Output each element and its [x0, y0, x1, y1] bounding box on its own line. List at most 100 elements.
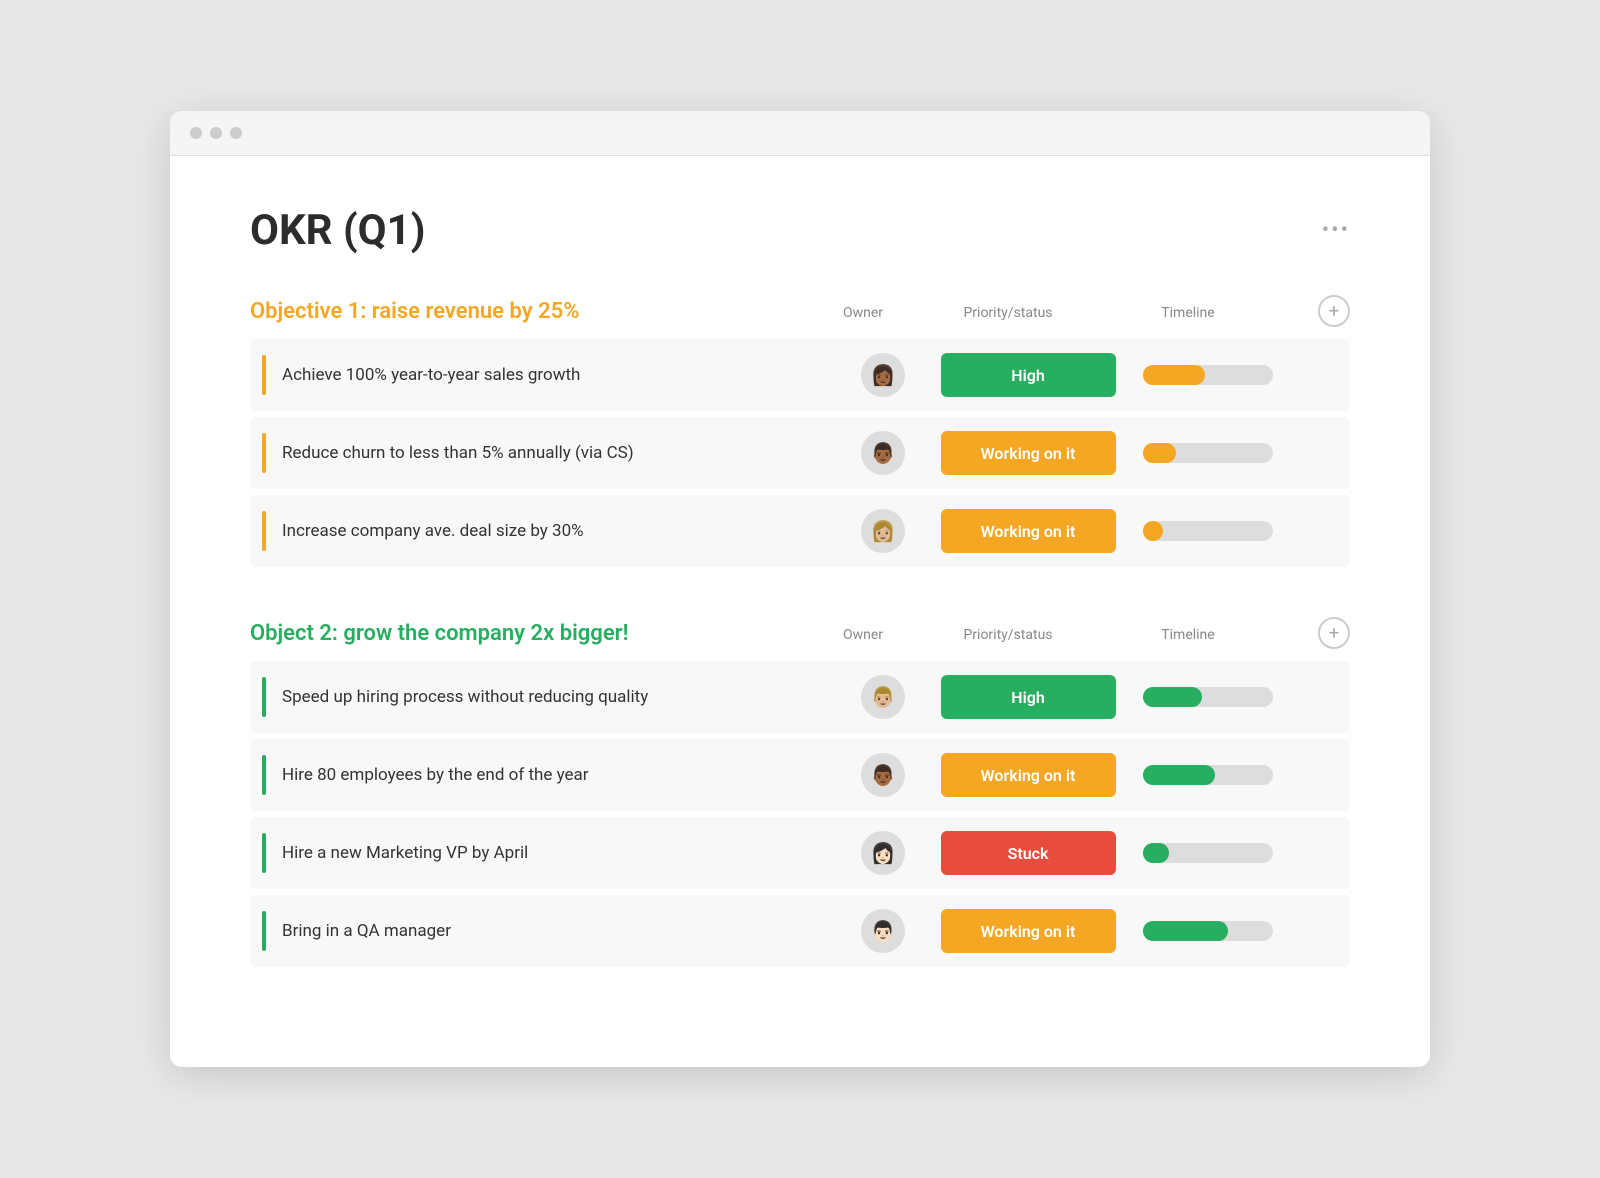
task-owner-column: 👨🏼	[838, 675, 928, 719]
task-timeline-column	[1128, 765, 1288, 785]
task-timeline-column	[1128, 443, 1288, 463]
priority-badge[interactable]: High	[941, 353, 1116, 397]
col-header-col_timeline: Timeline	[1108, 302, 1268, 321]
task-priority-column: High	[928, 675, 1128, 719]
task-border-indicator	[262, 833, 266, 873]
priority-badge[interactable]: Working on it	[941, 431, 1116, 475]
task-text: Increase company ave. deal size by 30%	[282, 521, 838, 541]
task-priority-column: Working on it	[928, 431, 1128, 475]
priority-badge[interactable]: Stuck	[941, 831, 1116, 875]
task-timeline-column	[1128, 921, 1288, 941]
objective-section-1: Objective 1: raise revenue by 25%OwnerPr…	[250, 295, 1350, 567]
task-border-indicator	[262, 755, 266, 795]
timeline-fill	[1143, 443, 1176, 463]
objective-title-1: Objective 1: raise revenue by 25%	[250, 299, 818, 324]
task-priority-column: Working on it	[928, 509, 1128, 553]
task-columns: 👩🏾 High	[838, 353, 1338, 397]
timeline-bar	[1143, 921, 1273, 941]
avatar: 👩🏻	[861, 831, 905, 875]
avatar: 👨🏼	[861, 675, 905, 719]
task-columns: 👩🏻 Stuck	[838, 831, 1338, 875]
task-timeline-column	[1128, 365, 1288, 385]
task-priority-column: Working on it	[928, 753, 1128, 797]
page-header: OKR (Q1) •••	[250, 206, 1350, 255]
timeline-fill	[1143, 765, 1215, 785]
avatar: 👨🏾	[861, 431, 905, 475]
task-columns: 👨🏾 Working on it	[838, 431, 1338, 475]
avatar: 👨🏻	[861, 909, 905, 953]
task-columns: 👨🏼 High	[838, 675, 1338, 719]
task-priority-column: High	[928, 353, 1128, 397]
page-title: OKR (Q1)	[250, 206, 426, 255]
timeline-bar	[1143, 765, 1273, 785]
task-row: Speed up hiring process without reducing…	[250, 661, 1350, 733]
col-header-col_timeline: Timeline	[1108, 624, 1268, 643]
task-row: Achieve 100% year-to-year sales growth👩🏾…	[250, 339, 1350, 411]
task-text: Achieve 100% year-to-year sales growth	[282, 365, 838, 385]
main-content: OKR (Q1) ••• Objective 1: raise revenue …	[170, 156, 1430, 1067]
objective-header-1: Objective 1: raise revenue by 25%OwnerPr…	[250, 295, 1350, 327]
timeline-fill	[1143, 843, 1169, 863]
col-header-col_priority: Priority/status	[908, 624, 1108, 643]
more-options-button[interactable]: •••	[1322, 218, 1350, 243]
task-priority-column: Working on it	[928, 909, 1128, 953]
priority-badge[interactable]: Working on it	[941, 509, 1116, 553]
task-owner-column: 👨🏻	[838, 909, 928, 953]
avatar: 👩🏼	[861, 509, 905, 553]
objectives-container: Objective 1: raise revenue by 25%OwnerPr…	[250, 295, 1350, 967]
titlebar-dot-3	[230, 127, 242, 139]
task-owner-column: 👩🏻	[838, 831, 928, 875]
timeline-fill	[1143, 687, 1202, 707]
timeline-bar	[1143, 687, 1273, 707]
timeline-bar	[1143, 843, 1273, 863]
task-priority-column: Stuck	[928, 831, 1128, 875]
add-task-button-2[interactable]: +	[1318, 617, 1350, 649]
timeline-bar	[1143, 365, 1273, 385]
avatar: 👩🏾	[861, 353, 905, 397]
task-border-indicator	[262, 355, 266, 395]
titlebar-dot-1	[190, 127, 202, 139]
task-border-indicator	[262, 677, 266, 717]
objective-section-2: Object 2: grow the company 2x bigger!Own…	[250, 617, 1350, 967]
task-row: Hire 80 employees by the end of the year…	[250, 739, 1350, 811]
task-text: Bring in a QA manager	[282, 921, 838, 941]
task-owner-column: 👨🏾	[838, 753, 928, 797]
task-text: Hire a new Marketing VP by April	[282, 843, 838, 863]
task-timeline-column	[1128, 687, 1288, 707]
objective-header-2: Object 2: grow the company 2x bigger!Own…	[250, 617, 1350, 649]
titlebar	[170, 111, 1430, 156]
priority-badge[interactable]: High	[941, 675, 1116, 719]
app-window: OKR (Q1) ••• Objective 1: raise revenue …	[170, 111, 1430, 1067]
task-text: Reduce churn to less than 5% annually (v…	[282, 443, 838, 463]
add-task-button-1[interactable]: +	[1318, 295, 1350, 327]
timeline-bar	[1143, 443, 1273, 463]
col-headers-2: OwnerPriority/statusTimeline	[818, 624, 1318, 643]
task-border-indicator	[262, 433, 266, 473]
task-columns: 👨🏻 Working on it	[838, 909, 1338, 953]
timeline-fill	[1143, 521, 1163, 541]
task-row: Bring in a QA manager 👨🏻 Working on it	[250, 895, 1350, 967]
priority-badge[interactable]: Working on it	[941, 909, 1116, 953]
objective-title-2: Object 2: grow the company 2x bigger!	[250, 621, 818, 646]
titlebar-dot-2	[210, 127, 222, 139]
task-timeline-column	[1128, 521, 1288, 541]
task-timeline-column	[1128, 843, 1288, 863]
task-columns: 👩🏼 Working on it	[838, 509, 1338, 553]
timeline-fill	[1143, 921, 1228, 941]
col-headers-1: OwnerPriority/statusTimeline	[818, 302, 1318, 321]
task-text: Speed up hiring process without reducing…	[282, 687, 838, 707]
task-owner-column: 👩🏼	[838, 509, 928, 553]
priority-badge[interactable]: Working on it	[941, 753, 1116, 797]
task-row: Reduce churn to less than 5% annually (v…	[250, 417, 1350, 489]
col-header-col_priority: Priority/status	[908, 302, 1108, 321]
task-owner-column: 👨🏾	[838, 431, 928, 475]
col-header-col_owner: Owner	[818, 302, 908, 321]
task-columns: 👨🏾 Working on it	[838, 753, 1338, 797]
task-row: Increase company ave. deal size by 30%👩🏼…	[250, 495, 1350, 567]
avatar: 👨🏾	[861, 753, 905, 797]
col-header-col_owner: Owner	[818, 624, 908, 643]
task-border-indicator	[262, 511, 266, 551]
timeline-bar	[1143, 521, 1273, 541]
timeline-fill	[1143, 365, 1205, 385]
task-border-indicator	[262, 911, 266, 951]
